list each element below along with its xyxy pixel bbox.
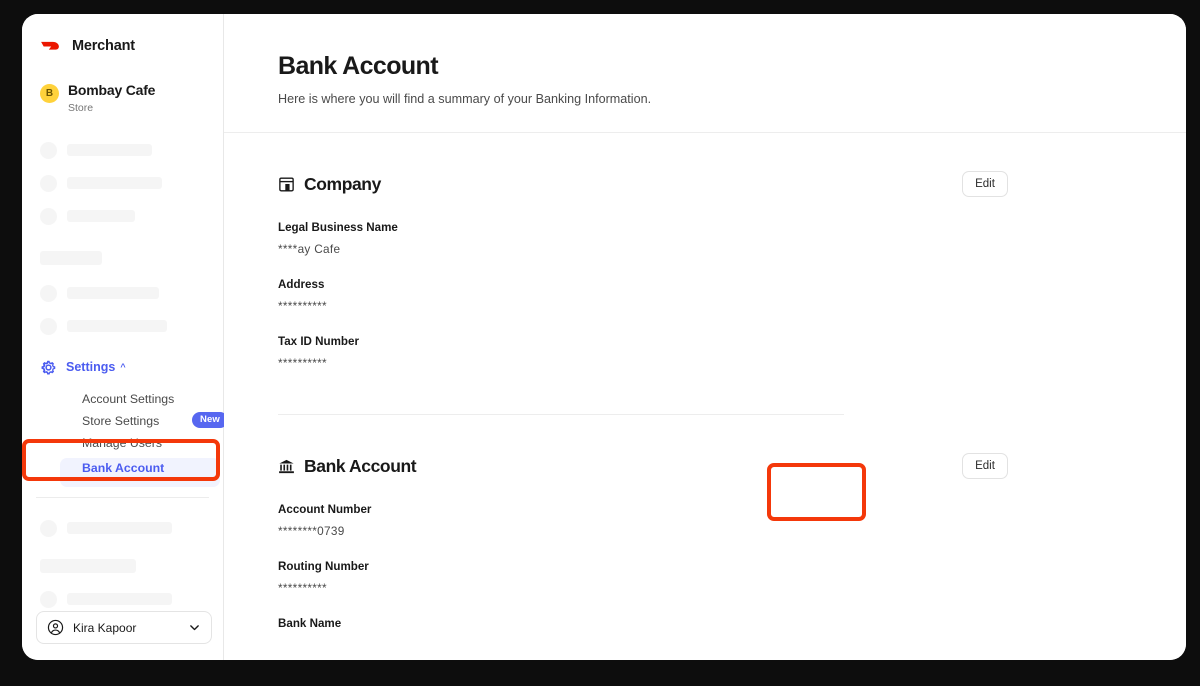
- page-title: Bank Account: [278, 52, 439, 80]
- field-label: Tax ID Number: [278, 335, 359, 348]
- brand-header: Merchant: [22, 14, 223, 60]
- nav-skeleton-item: [40, 317, 223, 335]
- skeleton-avatar: [40, 174, 57, 192]
- skeleton-bar: [67, 522, 172, 535]
- skeleton-avatar: [40, 590, 57, 608]
- field-label: Bank Name: [278, 617, 342, 630]
- section-company: Company Edit Legal Business Name ****ay …: [224, 169, 1186, 415]
- field-label: Legal Business Name: [278, 221, 398, 234]
- nav-skeleton-item: [40, 284, 223, 302]
- section-bank-account-header: Bank Account Edit: [278, 451, 1186, 481]
- sidebar-item-settings[interactable]: Settings ^: [22, 359, 223, 376]
- skeleton-bar: [67, 144, 152, 157]
- section-divider: [278, 414, 844, 415]
- field-label: Account Number: [278, 503, 372, 516]
- user-name-label: Kira Kapoor: [73, 620, 137, 635]
- screenshot-frame: Merchant B Bombay Cafe Store Settings ^ …: [0, 0, 1200, 686]
- skeleton-avatar: [40, 317, 57, 335]
- nav-skeleton-item: [40, 141, 223, 159]
- nav-skeleton-item: [40, 207, 223, 225]
- page-subtitle: Here is where you will find a summary of…: [278, 92, 652, 106]
- sidebar-item-manage-users[interactable]: Manage Users: [82, 432, 223, 454]
- field-value: ********0739: [278, 524, 345, 538]
- chevron-down-icon: [190, 625, 199, 631]
- bank-icon: [279, 459, 294, 473]
- section-company-header: Company Edit: [278, 169, 1186, 199]
- user-account-menu[interactable]: Kira Kapoor: [36, 611, 212, 644]
- storefront-icon: [279, 177, 294, 191]
- skeleton-avatar: [40, 519, 57, 537]
- field-bank-name: Bank Name: [278, 617, 1186, 630]
- field-legal-business-name: Legal Business Name ****ay Cafe: [278, 221, 1186, 256]
- skeleton-bar: [67, 320, 167, 333]
- skeleton-bar: [67, 177, 162, 190]
- store-switcher[interactable]: B Bombay Cafe Store: [22, 60, 223, 114]
- field-account-number: Account Number ********0739: [278, 503, 1186, 538]
- sidebar-item-store-settings[interactable]: Store Settings New: [82, 410, 228, 432]
- field-tax-id-number: Tax ID Number **********: [278, 335, 1186, 370]
- nav-skeleton-group-top: [22, 141, 223, 225]
- sidebar-settings-label: Settings ^: [66, 360, 126, 375]
- skeleton-bar: [67, 287, 159, 300]
- skeleton-bar: [67, 210, 135, 223]
- edit-company-button[interactable]: Edit: [962, 171, 1008, 197]
- settings-subnav: Account Settings Store Settings New Mana…: [22, 388, 228, 483]
- field-label: Routing Number: [278, 560, 369, 573]
- section-bank-account-title: Bank Account: [304, 455, 417, 476]
- edit-bank-account-button[interactable]: Edit: [962, 453, 1008, 479]
- field-routing-number: Routing Number **********: [278, 560, 1186, 595]
- field-address: Address **********: [278, 278, 1186, 313]
- store-avatar: B: [40, 84, 59, 103]
- skeleton-avatar: [40, 141, 57, 159]
- nav-skeleton-item: [40, 519, 223, 537]
- gear-icon: [41, 360, 56, 375]
- section-company-title: Company: [304, 173, 381, 194]
- sidebar: Merchant B Bombay Cafe Store Settings ^ …: [22, 14, 228, 660]
- store-name: Bombay Cafe: [68, 82, 156, 98]
- store-type: Store: [68, 101, 94, 114]
- field-value: ****ay Cafe: [278, 242, 341, 256]
- skeleton-bar: [67, 593, 172, 606]
- skeleton-bar: [40, 250, 102, 265]
- skeleton-avatar: [40, 207, 57, 225]
- nav-skeleton-group-bottom: [22, 519, 223, 608]
- sidebar-divider: [36, 496, 209, 498]
- nav-skeleton-item: [40, 590, 223, 608]
- section-bank-account: Bank Account Edit Account Number *******…: [224, 451, 1186, 630]
- header-divider: [224, 132, 1186, 133]
- field-label: Address: [278, 278, 325, 291]
- account-circle-icon: [47, 619, 64, 636]
- browser-window: Merchant B Bombay Cafe Store Settings ^ …: [22, 14, 1186, 660]
- new-badge: New: [192, 411, 228, 428]
- doordash-logo-icon: [41, 41, 59, 50]
- chevron-up-icon: ^: [120, 362, 126, 373]
- sidebar-item-bank-account[interactable]: Bank Account: [82, 454, 223, 483]
- nav-skeleton-group-mid: [22, 250, 223, 335]
- main-content: Bank Account Here is where you will find…: [224, 14, 1186, 660]
- field-value: **********: [278, 356, 327, 370]
- field-value: **********: [278, 299, 327, 313]
- sidebar-item-account-settings[interactable]: Account Settings: [82, 388, 223, 410]
- nav-skeleton-item: [40, 174, 223, 192]
- field-value: **********: [278, 581, 327, 595]
- brand-label: Merchant: [72, 38, 135, 54]
- skeleton-avatar: [40, 284, 57, 302]
- page-header: Bank Account Here is where you will find…: [224, 14, 1186, 106]
- skeleton-bar: [40, 558, 136, 573]
